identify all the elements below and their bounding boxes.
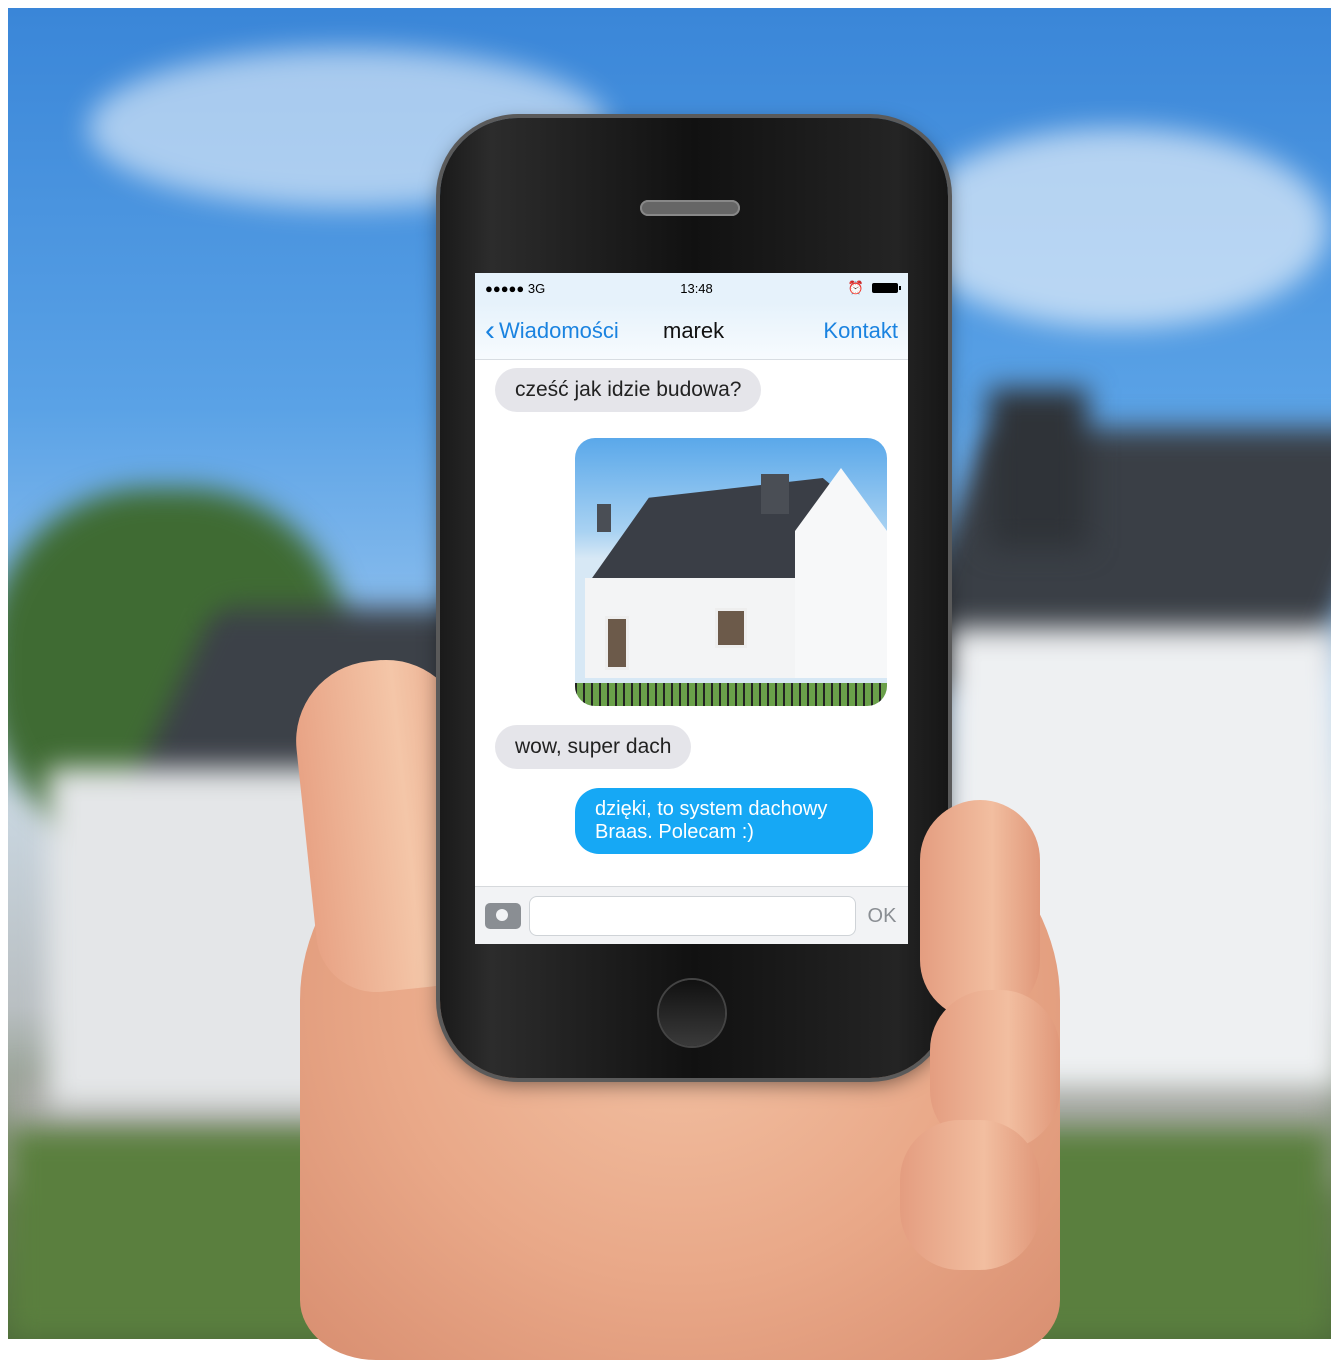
finger <box>900 1120 1040 1270</box>
send-button[interactable]: OK <box>856 905 908 928</box>
message-bubble-incoming: cześć jak idzie budowa? <box>495 368 762 412</box>
compose-bar: OK <box>475 886 908 944</box>
cloud <box>908 128 1328 328</box>
chevron-left-icon: ‹ <box>485 314 495 347</box>
status-bar: ●●●●● 3G 13:48 ⏰ <box>475 273 908 303</box>
phone-screen: ●●●●● 3G 13:48 ⏰ ‹ Wiadomości marek Kont… <box>475 273 908 944</box>
status-time: 13:48 <box>680 280 713 296</box>
chimney <box>988 388 1088 548</box>
home-button[interactable] <box>659 980 725 1046</box>
house-photo-icon[interactable] <box>575 438 887 706</box>
alarm-icon: ⏰ <box>847 280 864 295</box>
conversation-title: marek <box>663 318 725 343</box>
camera-icon[interactable] <box>485 903 521 929</box>
back-label: Wiadomości <box>499 318 619 343</box>
navigation-bar: ‹ Wiadomości marek Kontakt <box>475 303 908 360</box>
message-list[interactable]: cześć jak idzie budowa? wow, super dach … <box>475 360 908 887</box>
back-button[interactable]: ‹ Wiadomości <box>485 316 619 346</box>
signal-indicator: ●●●●● 3G <box>485 280 546 296</box>
contact-button[interactable]: Kontakt <box>823 318 898 344</box>
message-bubble-outgoing: dzięki, to system dachowy Braas. Polecam… <box>575 788 873 854</box>
message-input[interactable] <box>529 896 856 936</box>
message-bubble-incoming: wow, super dach <box>495 725 692 769</box>
smartphone: ●●●●● 3G 13:48 ⏰ ‹ Wiadomości marek Kont… <box>440 118 948 1078</box>
finger <box>920 800 1040 1020</box>
battery-icon <box>871 283 901 293</box>
earpiece-speaker <box>640 200 740 216</box>
